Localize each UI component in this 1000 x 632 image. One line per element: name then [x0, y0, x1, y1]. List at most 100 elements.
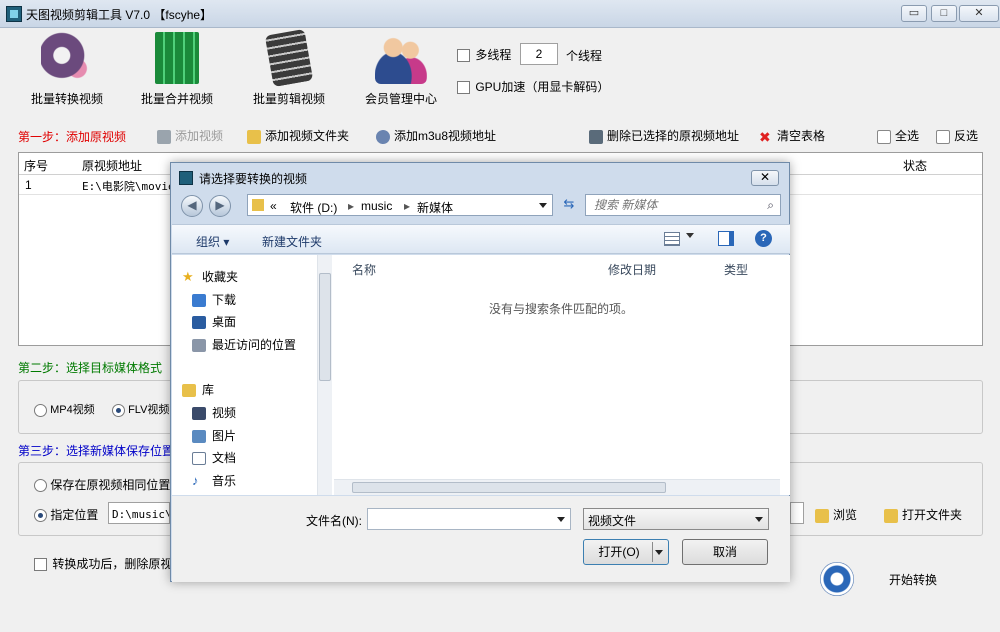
delete-after-option[interactable]: 转换成功后，删除原视频 — [34, 555, 184, 572]
nav-music[interactable]: ♪ 音乐 — [192, 472, 236, 489]
specify-location-radio[interactable] — [34, 509, 47, 523]
invert-select-button[interactable]: 反选 — [936, 127, 978, 144]
breadcrumb-music[interactable]: music — [361, 199, 392, 213]
dialog-body: ★ 收藏夹 下载 桌面 最近访问的位置 库 视频 图片 文档 ♪ 音乐 名称 修改日… — [172, 255, 790, 495]
recent-places-icon — [192, 339, 206, 353]
breadcrumb-more[interactable]: « — [270, 199, 277, 213]
back-arrow-icon[interactable]: ◀ — [181, 195, 203, 217]
nav-documents[interactable]: 文档 — [192, 449, 236, 466]
multithread-option[interactable]: 多线程 — [457, 46, 511, 63]
flv-option[interactable]: FLV视频 — [112, 401, 169, 417]
column-type[interactable]: 类型 — [724, 261, 748, 278]
breadcrumb-drive[interactable]: 软件 (D:) — [290, 199, 337, 216]
delete-selected-button[interactable]: 删除已选择的原视频地址 — [589, 127, 739, 144]
breadcrumb-newmedia[interactable]: 新媒体 — [417, 199, 453, 216]
folder-icon — [247, 129, 261, 144]
delete-after-checkbox[interactable] — [34, 558, 47, 572]
add-folder-button[interactable]: 添加视频文件夹 — [247, 127, 349, 144]
view-list-icon[interactable] — [664, 232, 680, 246]
open-button[interactable]: 打开(O) — [583, 539, 669, 565]
nav-recent[interactable]: 最近访问的位置 — [192, 336, 296, 353]
scrollbar-thumb[interactable] — [319, 273, 331, 381]
dialog-title: 请选择要转换的视频 — [199, 172, 308, 186]
save-path-input[interactable]: D:\music\新 — [108, 502, 170, 524]
same-location-option[interactable]: 保存在原视频相同位置 — [34, 476, 170, 493]
nav-pictures[interactable]: 图片 — [192, 427, 236, 444]
forward-arrow-icon[interactable]: ▶ — [209, 195, 231, 217]
cancel-button[interactable]: 取消 — [682, 539, 768, 565]
filename-input[interactable] — [367, 508, 571, 530]
gpu-checkbox[interactable] — [457, 81, 470, 95]
open-folder-button[interactable]: 打开文件夹 — [884, 506, 962, 523]
column-modified[interactable]: 修改日期 — [608, 261, 656, 278]
delete-after-label: 转换成功后，删除原视频 — [52, 557, 185, 571]
nav-music-label: 音乐 — [212, 474, 237, 488]
start-convert-button[interactable]: 开始转换 — [889, 571, 937, 588]
dialog-toolbar: 组织 ▾ 新建文件夹 ? — [172, 224, 790, 254]
chevron-down-icon[interactable] — [686, 233, 694, 238]
nav-favorites[interactable]: ★ 收藏夹 — [182, 268, 238, 285]
nav-desktop-label: 桌面 — [212, 315, 237, 329]
maximize-button[interactable]: □ — [931, 5, 957, 22]
member-center-button[interactable]: 会员管理中心 — [346, 32, 456, 107]
close-button[interactable]: ✕ — [959, 5, 999, 22]
breadcrumb-separator: ▸ — [404, 199, 411, 213]
delete-list-icon — [589, 129, 603, 144]
clear-table-button[interactable]: ✖ 清空表格 — [759, 127, 825, 144]
navigation-pane: ★ 收藏夹 下载 桌面 最近访问的位置 库 视频 图片 文档 ♪ 音乐 — [172, 255, 332, 495]
file-list[interactable]: 名称 修改日期 类型 没有与搜索条件匹配的项。 — [334, 255, 790, 495]
chevron-down-icon[interactable] — [755, 517, 763, 522]
dialog-footer: 文件名(N): 视频文件 打开(O) 取消 — [172, 496, 790, 582]
search-icon[interactable]: ⌕ — [767, 198, 774, 213]
scrollbar-thumb[interactable] — [352, 482, 666, 493]
thread-count-input[interactable]: 2 — [520, 43, 558, 65]
chevron-down-icon[interactable] — [557, 517, 565, 522]
nav-library[interactable]: 库 — [182, 381, 214, 398]
address-bar[interactable]: « 软件 (D:) ▸ music ▸ 新媒体 — [247, 194, 553, 216]
window-titlebar: 天图视频剪辑工具 V7.0 【fscyhe】 ▭ □ ✕ — [0, 0, 1000, 28]
nav-downloads[interactable]: 下载 — [192, 291, 236, 308]
file-type-select[interactable]: 视频文件 — [583, 508, 769, 530]
mp4-option[interactable]: MP4视频 — [34, 401, 95, 417]
dialog-close-button[interactable]: ✕ — [751, 170, 779, 186]
nav-desktop[interactable]: 桌面 — [192, 313, 236, 330]
refresh-icon[interactable] — [820, 562, 854, 596]
browse-button[interactable]: 浏览 — [815, 506, 857, 523]
nav-downloads-label: 下载 — [212, 293, 237, 307]
minimize-button[interactable]: ▭ — [901, 5, 927, 22]
nav-videos[interactable]: 视频 — [192, 404, 236, 421]
refresh-icon[interactable]: ⇆ — [559, 196, 579, 214]
documents-icon — [192, 452, 206, 466]
preview-pane-icon[interactable] — [718, 231, 734, 246]
row-path: E:\电影院\movie — [82, 180, 175, 193]
new-folder-button[interactable]: 新建文件夹 — [262, 233, 322, 250]
delete-selected-label: 删除已选择的原视频地址 — [607, 129, 740, 143]
open-dropdown-toggle[interactable] — [652, 542, 666, 562]
same-location-radio[interactable] — [34, 479, 47, 493]
add-m3u8-button[interactable]: 添加m3u8视频地址 — [376, 127, 496, 144]
search-input[interactable] — [586, 195, 756, 215]
batch-convert-button[interactable]: 批量转换视频 — [12, 32, 122, 107]
chevron-down-icon[interactable] — [539, 203, 547, 208]
add-video-button[interactable]: 添加视频 — [157, 127, 223, 144]
gpu-option[interactable]: GPU加速（用显卡解码） — [457, 78, 609, 95]
specify-location-label: 指定位置 — [50, 508, 99, 522]
search-box[interactable]: ⌕ — [585, 194, 781, 216]
invert-select-label: 反选 — [954, 129, 979, 143]
select-all-button[interactable]: 全选 — [877, 127, 919, 144]
flv-radio[interactable] — [112, 403, 125, 417]
step1-label: 第一步：添加原视频 — [18, 130, 127, 144]
navigation-scrollbar[interactable] — [317, 255, 332, 495]
batch-merge-button[interactable]: 批量合并视频 — [122, 32, 232, 107]
file-list-scrollbar[interactable] — [334, 479, 780, 495]
multithread-checkbox[interactable] — [457, 49, 470, 63]
mp4-radio[interactable] — [34, 403, 47, 417]
column-name[interactable]: 名称 — [352, 261, 376, 278]
save-path-input-end[interactable] — [790, 502, 804, 524]
open-label: 打开(O) — [598, 545, 640, 559]
help-icon[interactable]: ? — [755, 230, 772, 247]
batch-clip-button[interactable]: 批量剪辑视频 — [234, 28, 344, 107]
organize-menu[interactable]: 组织 ▾ — [196, 233, 229, 250]
batch-convert-label: 批量转换视频 — [30, 92, 103, 106]
specify-location-option[interactable]: 指定位置 — [34, 506, 98, 523]
